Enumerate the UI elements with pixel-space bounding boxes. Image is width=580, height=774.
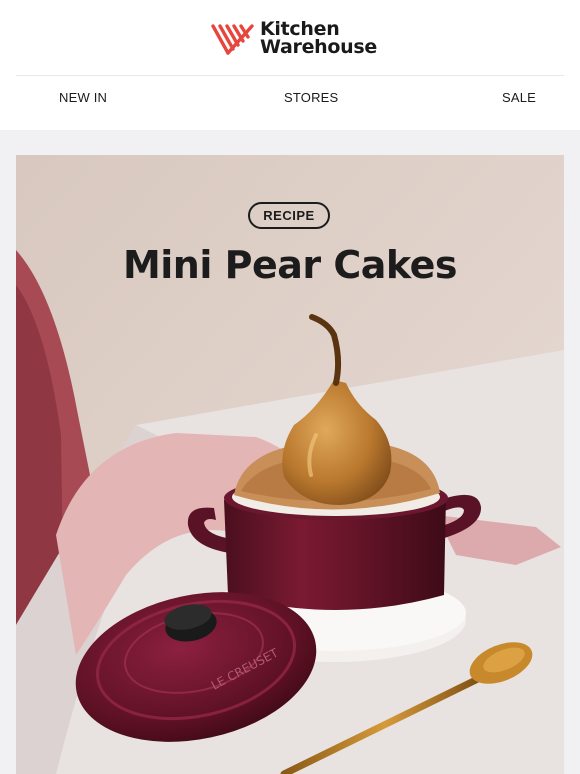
hero-title: Mini Pear Cakes [122,243,458,287]
nav-sale[interactable]: SALE [502,90,536,105]
logo-text: Kitchen Warehouse [260,20,377,58]
hero-banner[interactable]: LE CREUSET RECIPE Mini Pear Cakes [16,155,564,774]
header-divider [16,75,564,76]
logo-line-2: Warehouse [260,36,377,58]
recipe-badge: RECIPE [248,202,330,229]
logo-mark-icon [211,24,254,55]
nav-new-in[interactable]: NEW IN [59,90,107,105]
nav-stores[interactable]: STORES [284,90,338,105]
email-header: Kitchen Warehouse NEW IN STORES SALE [0,0,580,130]
kitchen-warehouse-logo[interactable]: Kitchen Warehouse [210,20,380,58]
